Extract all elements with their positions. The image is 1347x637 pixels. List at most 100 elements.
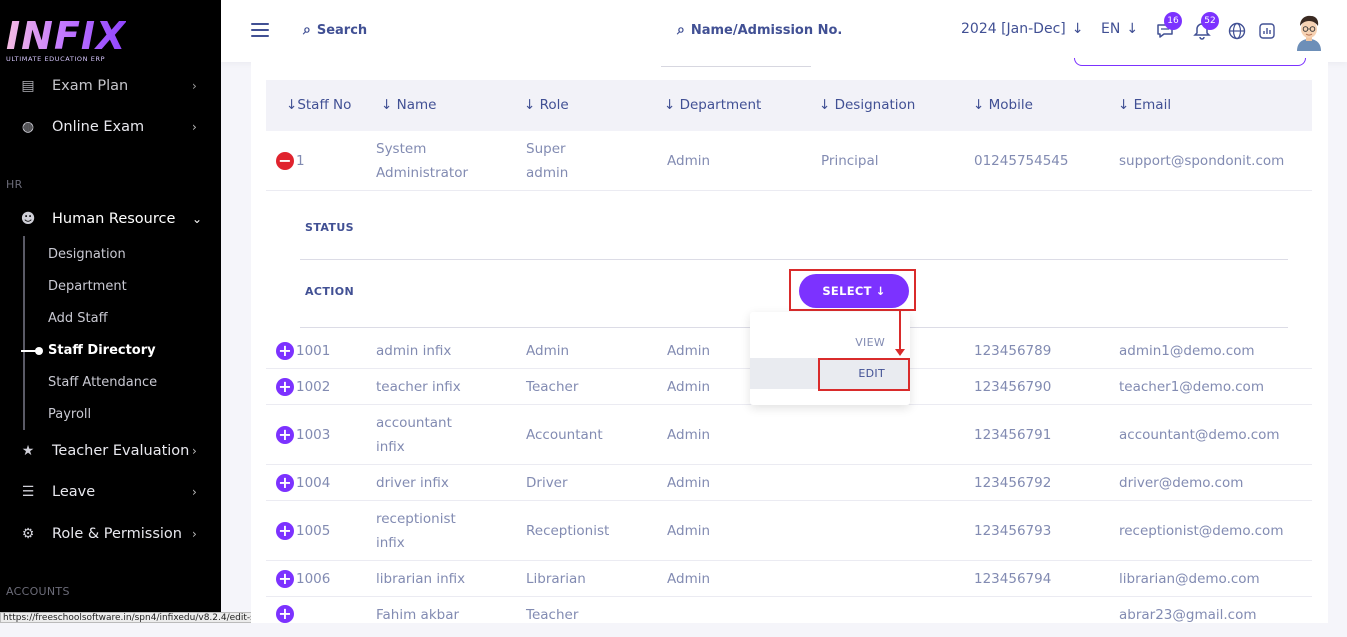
sidebar-item-label: Online Exam xyxy=(52,119,145,135)
sidebar-item-role-permission[interactable]: ⚙ Role & Permission › xyxy=(0,522,221,546)
sidebar-item-label: Human Resource xyxy=(52,211,176,227)
topbar: ⌕ Search ⌕ Name/Admission No. 2024 [Jan-… xyxy=(221,0,1347,62)
cell-name: teacher infix xyxy=(376,379,461,395)
shield-icon: ⚙ xyxy=(21,526,35,542)
cell-department: Admin xyxy=(667,343,711,359)
cell-name: receptionist infix xyxy=(376,511,456,551)
section-title-accounts: ACCOUNTS xyxy=(6,585,70,598)
submenu-line xyxy=(23,236,25,430)
star-icon: ★ xyxy=(21,443,35,459)
name-admission-search[interactable]: ⌕ Name/Admission No. xyxy=(677,22,842,38)
sidebar-item-label: Teacher Evaluation xyxy=(52,443,190,459)
sidebar-item-human-resource[interactable]: ☻ Human Resource ⌄ xyxy=(0,207,221,231)
cell-role: Receptionist xyxy=(526,523,610,539)
logo-wordmark: INFIX xyxy=(6,14,127,58)
cell-designation: Principal xyxy=(821,153,879,169)
arrow-down-icon: ↓ xyxy=(1071,21,1084,37)
cell-mobile: 123456791 xyxy=(974,427,1052,443)
dropdown-item-view[interactable]: VIEW xyxy=(750,327,910,358)
header-email[interactable]: ↓ Email xyxy=(1118,97,1171,113)
highlight-box-select xyxy=(789,269,916,311)
chevron-right-icon: › xyxy=(192,444,197,458)
submenu-item-department[interactable]: Department xyxy=(48,279,127,294)
expand-row-icon[interactable]: + xyxy=(276,605,294,623)
cell-email: support@spondonit.com xyxy=(1119,153,1285,169)
search2-label: Name/Admission No. xyxy=(690,22,843,38)
cell-staff-no: 1 xyxy=(296,153,305,169)
notification-badge: 52 xyxy=(1201,12,1219,30)
sidebar-item-leave[interactable]: ☰ Leave › xyxy=(0,480,221,504)
cell-email: teacher1@demo.com xyxy=(1119,379,1264,395)
sidebar-item-teacher-evaluation[interactable]: ★ Teacher Evaluation › xyxy=(0,439,221,463)
table-row[interactable]: + 1004 driver infix Driver Admin 1234567… xyxy=(266,465,1312,501)
search-icon: ⌕ xyxy=(303,22,311,38)
cell-email: accountant@demo.com xyxy=(1119,427,1280,443)
table-row[interactable]: + 1006 librarian infix Librarian Admin 1… xyxy=(266,561,1312,597)
hamburger-menu-icon[interactable] xyxy=(251,23,269,37)
expand-row-icon[interactable]: + xyxy=(276,378,294,396)
globe-icon[interactable] xyxy=(1226,20,1248,42)
submenu-item-staff-directory[interactable]: Staff Directory xyxy=(48,343,156,358)
leave-icon: ☰ xyxy=(21,484,35,500)
sidebar-item-exam-plan[interactable]: ▤ Exam Plan › xyxy=(0,74,221,98)
cell-mobile: 123456792 xyxy=(974,475,1052,491)
user-avatar[interactable] xyxy=(1293,11,1325,51)
table-row[interactable]: + 1005 receptionist infix Receptionist Ad… xyxy=(266,501,1312,561)
cell-staff-no: 1001 xyxy=(296,343,331,359)
header-role[interactable]: ↓ Role xyxy=(524,97,569,113)
cell-department: Admin xyxy=(667,475,711,491)
expand-row-icon[interactable]: + xyxy=(276,426,294,444)
header-department[interactable]: ↓ Department xyxy=(664,97,761,113)
language-select[interactable]: EN ↓ xyxy=(1101,21,1138,37)
table-row[interactable]: + 1003 accountant infix Accountant Admin … xyxy=(266,405,1312,465)
chevron-right-icon: › xyxy=(192,527,197,541)
bell-icon[interactable]: 52 xyxy=(1191,12,1219,42)
cell-role: Librarian xyxy=(526,571,586,587)
cell-role: Super admin xyxy=(526,141,569,181)
active-indicator xyxy=(21,347,43,355)
staff-directory-panel: ↓Staff No ↓ Name ↓ Role ↓ Department ↓ D… xyxy=(251,58,1328,623)
expand-row-icon[interactable]: + xyxy=(276,342,294,360)
expand-row-icon[interactable]: + xyxy=(276,474,294,492)
cell-department: Admin xyxy=(667,379,711,395)
submenu-item-staff-attendance[interactable]: Staff Attendance xyxy=(48,375,157,390)
collapse-row-icon[interactable]: − xyxy=(276,152,294,170)
table-row[interactable]: + Fahim akbar Teacher abrar23@gmail.com xyxy=(266,597,1312,637)
cell-mobile: 123456794 xyxy=(974,571,1052,587)
cell-role: Driver xyxy=(526,475,568,491)
cell-department: Admin xyxy=(667,571,711,587)
detail-status-label: STATUS xyxy=(305,221,354,234)
header-designation[interactable]: ↓ Designation xyxy=(819,97,915,113)
detail-divider xyxy=(300,259,1288,260)
sidebar-item-online-exam[interactable]: ◍ Online Exam › xyxy=(0,115,221,139)
sidebar: INFIX ULTIMATE EDUCATION ERP ▤ Exam Plan… xyxy=(0,0,221,623)
expand-row-icon[interactable]: + xyxy=(276,570,294,588)
submenu-item-designation[interactable]: Designation xyxy=(48,247,126,262)
annotation-arrow xyxy=(899,311,901,352)
cell-mobile: 01245754545 xyxy=(974,153,1069,169)
chevron-right-icon: › xyxy=(192,79,197,93)
submenu-item-payroll[interactable]: Payroll xyxy=(48,407,91,422)
search-button[interactable]: ⌕ Search xyxy=(303,22,367,38)
exam-plan-icon: ▤ xyxy=(21,78,35,94)
users-icon: ☻ xyxy=(20,211,36,227)
chart-icon[interactable] xyxy=(1256,20,1278,42)
toolbar-buttons[interactable] xyxy=(1074,58,1306,66)
chat-icon[interactable]: 16 xyxy=(1154,12,1182,42)
header-name[interactable]: ↓ Name xyxy=(381,97,436,113)
academic-year-select[interactable]: 2024 [Jan-Dec] ↓ xyxy=(961,21,1083,37)
header-mobile[interactable]: ↓ Mobile xyxy=(973,97,1033,113)
infix-logo[interactable]: INFIX ULTIMATE EDUCATION ERP xyxy=(6,16,126,66)
sidebar-item-label: Exam Plan xyxy=(52,78,129,94)
highlight-box-edit xyxy=(818,358,910,391)
expand-row-icon[interactable]: + xyxy=(276,522,294,540)
cell-department: Admin xyxy=(667,153,711,169)
header-staff-no[interactable]: ↓Staff No xyxy=(286,97,351,113)
submenu-item-add-staff[interactable]: Add Staff xyxy=(48,311,108,326)
detail-action-label: ACTION xyxy=(305,285,355,298)
sidebar-item-label: Leave xyxy=(52,484,96,500)
cell-email: receptionist@demo.com xyxy=(1119,523,1284,539)
table-row-expanded[interactable]: − 1 System Administrator Super admin Admin… xyxy=(266,131,1312,191)
year-label: 2024 [Jan-Dec] xyxy=(961,21,1066,37)
cell-name: driver infix xyxy=(376,475,449,491)
